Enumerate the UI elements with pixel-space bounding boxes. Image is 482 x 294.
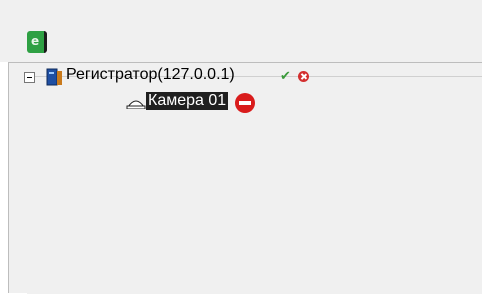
collapse-toggle[interactable] <box>24 72 35 83</box>
camera-icon <box>126 100 146 109</box>
recorder-device-icon <box>46 68 62 86</box>
camera-label: Камера 01 <box>146 92 229 110</box>
device-tree <box>27 76 482 294</box>
recorder-label: Регистратор(127.0.0.1) <box>66 66 235 83</box>
app-logo-icon: e <box>27 31 47 53</box>
ok-check-icon: ✔ <box>280 68 291 83</box>
app-logo-text: e <box>31 34 40 48</box>
no-entry-icon <box>235 93 255 113</box>
error-x-icon <box>298 71 309 82</box>
title-bar: e <box>0 0 482 62</box>
